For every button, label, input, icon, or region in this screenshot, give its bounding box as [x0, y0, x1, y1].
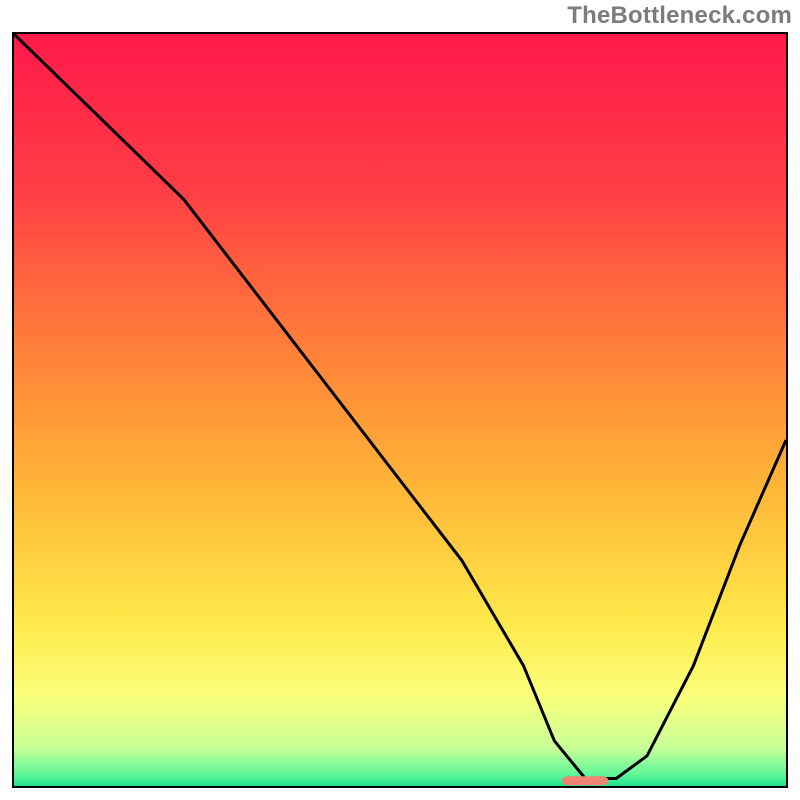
chart-container: TheBottleneck.com: [0, 0, 800, 800]
plot-area: [14, 34, 786, 786]
optimal-region-marker: [562, 776, 608, 785]
watermark-text: TheBottleneck.com: [567, 2, 792, 30]
